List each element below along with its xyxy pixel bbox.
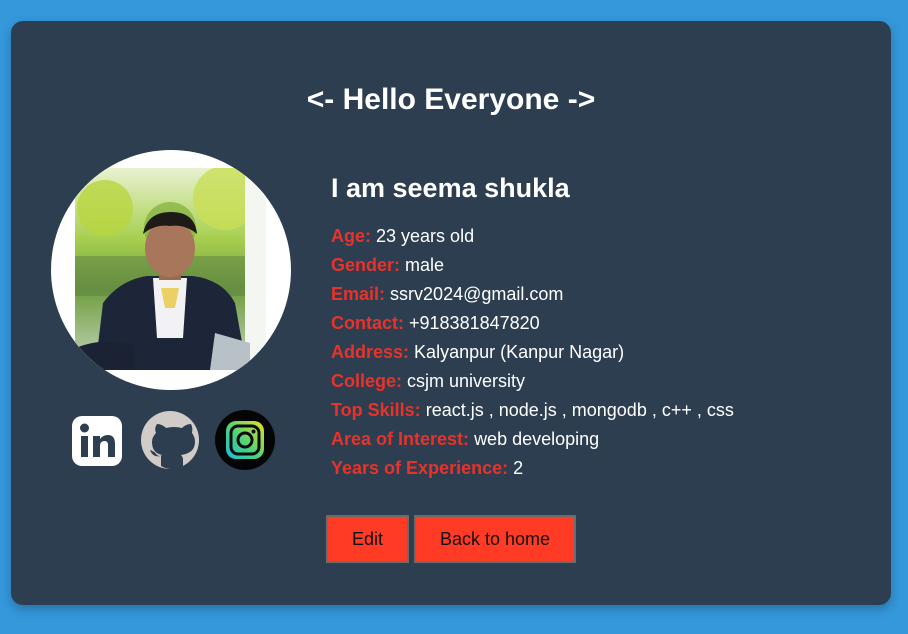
field-label: Gender: <box>331 255 401 275</box>
social-links <box>68 410 278 472</box>
github-icon[interactable] <box>141 410 201 470</box>
field-label: Years of Experience: <box>331 458 509 478</box>
field-value: +918381847820 <box>409 313 540 333</box>
field-value: male <box>405 255 445 275</box>
field-label: College: <box>331 371 403 391</box>
field-top-skills: Top Skills: react.js , node.js , mongodb… <box>331 396 871 425</box>
edit-button[interactable]: Edit <box>326 515 409 563</box>
field-college: College: csjm university <box>331 367 871 396</box>
profile-name: I am seema shukla <box>331 173 570 203</box>
field-value: Kalyanpur (Kanpur Nagar) <box>414 342 625 362</box>
profile-card: <- Hello Everyone -> I am seema shukla A… <box>11 21 891 605</box>
field-value: web developing <box>474 429 600 449</box>
field-value: 23 years old <box>376 226 475 246</box>
page-heading: <- Hello Everyone -> <box>306 83 596 116</box>
field-contact: Contact: +918381847820 <box>331 309 871 338</box>
back-to-home-button[interactable]: Back to home <box>414 515 576 563</box>
field-label: Top Skills: <box>331 400 421 420</box>
field-label: Email: <box>331 284 386 304</box>
field-gender: Gender: male <box>331 251 871 280</box>
field-address: Address: Kalyanpur (Kanpur Nagar) <box>331 338 871 367</box>
field-label: Age: <box>331 226 371 246</box>
field-label: Area of Interest: <box>331 429 470 449</box>
field-age: Age: 23 years old <box>331 222 871 251</box>
field-value: csjm university <box>407 371 526 391</box>
field-email: Email: ssrv2024@gmail.com <box>331 280 871 309</box>
field-area-of-interest: Area of Interest: web developing <box>331 425 871 454</box>
linkedin-icon[interactable] <box>68 410 128 470</box>
field-value: ssrv2024@gmail.com <box>390 284 564 304</box>
field-value: react.js , node.js , mongodb , c++ , css <box>425 400 734 420</box>
field-label: Contact: <box>331 313 404 333</box>
avatar <box>51 150 291 390</box>
profile-photo <box>75 168 266 370</box>
field-value: 2 <box>513 458 524 478</box>
field-years-of-experience: Years of Experience: 2 <box>331 454 871 483</box>
profile-info: I am seema shukla Age: 23 years old Gend… <box>331 173 871 483</box>
field-label: Address: <box>331 342 410 362</box>
instagram-icon[interactable] <box>214 410 275 470</box>
